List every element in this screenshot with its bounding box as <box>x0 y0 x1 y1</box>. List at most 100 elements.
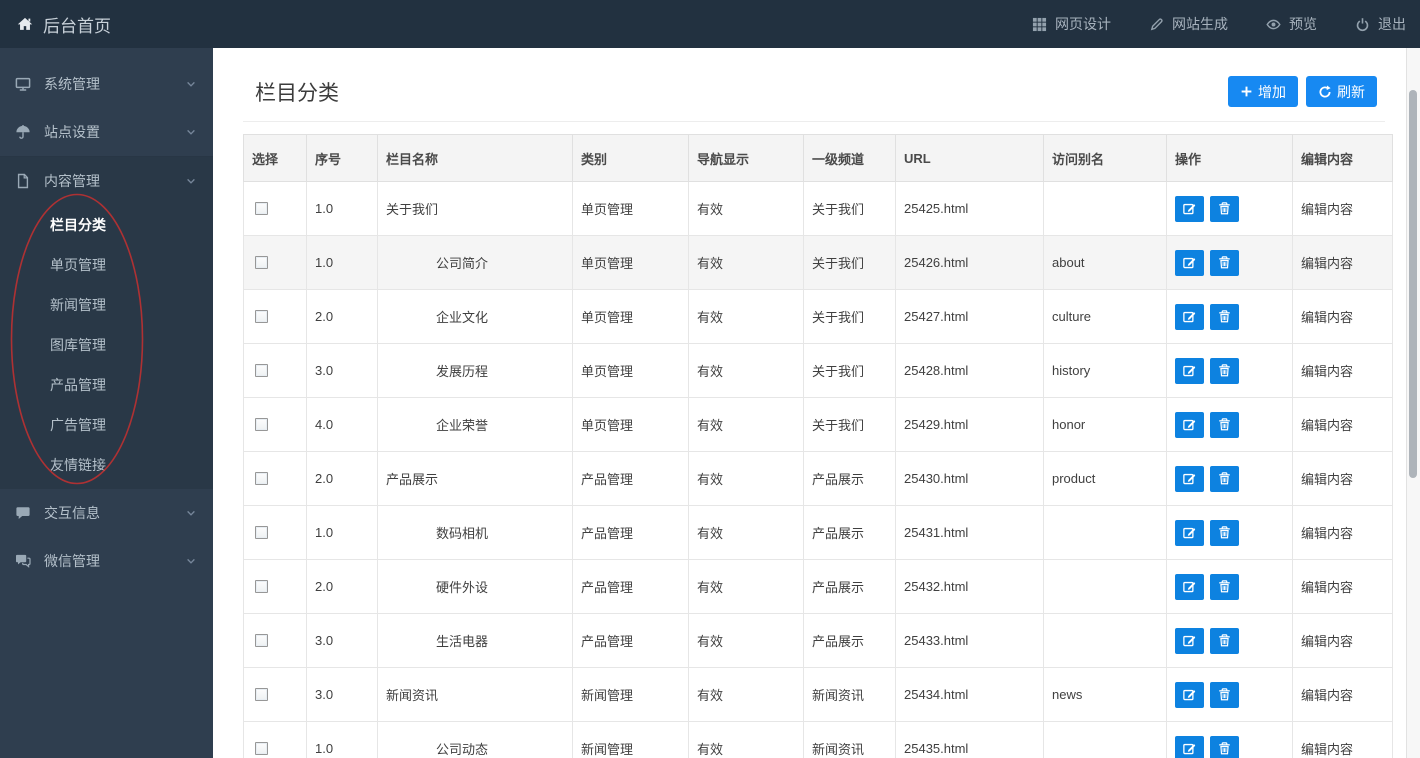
sidebar-subitem-news[interactable]: 新闻管理 <box>0 285 213 325</box>
edit-row-button[interactable] <box>1175 465 1204 492</box>
edit-content-link[interactable]: 编辑内容 <box>1301 742 1353 757</box>
topbar-item-preview[interactable]: 预览 <box>1266 14 1317 34</box>
topbar-item-logout[interactable]: 退出 <box>1355 14 1406 34</box>
edit-row-button[interactable] <box>1175 303 1204 330</box>
add-button-label: 增加 <box>1258 83 1286 100</box>
home-link[interactable]: 后台首页 <box>16 12 111 37</box>
delete-row-button[interactable] <box>1210 735 1239 758</box>
alias-cell <box>1043 559 1167 614</box>
edit-content-link[interactable]: 编辑内容 <box>1301 364 1353 379</box>
edit-content-cell: 编辑内容 <box>1292 559 1393 614</box>
table-row: 3.0 新闻资讯 新闻管理 有效 新闻资讯 25434.html news 编辑… <box>243 667 1393 722</box>
edit-content-link[interactable]: 编辑内容 <box>1301 526 1353 541</box>
edit-row-button[interactable] <box>1175 627 1204 654</box>
sidebar-subitem-single-page[interactable]: 单页管理 <box>0 245 213 285</box>
row-checkbox[interactable] <box>255 202 268 215</box>
chevron-down-icon <box>187 510 195 516</box>
title-divider <box>243 121 1385 122</box>
ops-cell <box>1166 667 1293 722</box>
add-button[interactable]: 增加 <box>1228 76 1298 107</box>
topbar-item-site-generate[interactable]: 网站生成 <box>1149 14 1228 34</box>
delete-row-button[interactable] <box>1210 627 1239 654</box>
scrollbar-thumb[interactable] <box>1409 90 1417 478</box>
delete-row-button[interactable] <box>1210 195 1239 222</box>
sidebar-subitem-advertising[interactable]: 广告管理 <box>0 405 213 445</box>
sidebar-item-site-settings[interactable]: 站点设置 <box>0 108 213 156</box>
order-cell: 1.0 <box>306 235 378 290</box>
category-cell: 产品管理 <box>572 559 689 614</box>
sidebar-item-system-management[interactable]: 系统管理 <box>0 60 213 108</box>
vertical-scrollbar[interactable] <box>1406 48 1420 758</box>
edit-content-link[interactable]: 编辑内容 <box>1301 688 1353 703</box>
delete-row-button[interactable] <box>1210 465 1239 492</box>
name-cell: 硬件外设 <box>377 559 573 614</box>
row-checkbox[interactable] <box>255 742 268 755</box>
comments-icon <box>16 554 31 568</box>
delete-row-button[interactable] <box>1210 411 1239 438</box>
delete-row-button[interactable] <box>1210 357 1239 384</box>
row-checkbox[interactable] <box>255 364 268 377</box>
trash-icon <box>1219 472 1230 485</box>
sidebar-item-label: 交互信息 <box>44 505 100 521</box>
delete-row-button[interactable] <box>1210 573 1239 600</box>
edit-icon <box>1183 419 1196 431</box>
edit-row-button[interactable] <box>1175 411 1204 438</box>
edit-content-link[interactable]: 编辑内容 <box>1301 472 1353 487</box>
delete-row-button[interactable] <box>1210 303 1239 330</box>
ops-cell <box>1166 235 1293 290</box>
category-cell: 单页管理 <box>572 397 689 452</box>
edit-content-link[interactable]: 编辑内容 <box>1301 418 1353 433</box>
sidebar-item-wechat-management[interactable]: 微信管理 <box>0 537 213 585</box>
delete-row-button[interactable] <box>1210 519 1239 546</box>
edit-content-link[interactable]: 编辑内容 <box>1301 580 1353 595</box>
row-checkbox[interactable] <box>255 526 268 539</box>
column-header-0: 选择 <box>243 134 307 182</box>
delete-row-button[interactable] <box>1210 681 1239 708</box>
topbar: 后台首页 网页设计 网站生成 预览 退出 <box>0 0 1420 48</box>
sidebar-group-content-management: 内容管理 栏目分类 单页管理 新闻管理 图库管理 产品管理 广告管理 友情链接 <box>0 156 213 489</box>
ops-cell <box>1166 343 1293 398</box>
nav-display-cell: 有效 <box>688 613 804 668</box>
sidebar-subitem-gallery[interactable]: 图库管理 <box>0 325 213 365</box>
row-checkbox[interactable] <box>255 580 268 593</box>
sidebar-subitem-product[interactable]: 产品管理 <box>0 365 213 405</box>
table-row: 1.0 关于我们 单页管理 有效 关于我们 25425.html 编辑内容 <box>243 181 1393 236</box>
alias-cell <box>1043 505 1167 560</box>
edit-row-button[interactable] <box>1175 357 1204 384</box>
row-checkbox[interactable] <box>255 634 268 647</box>
row-checkbox[interactable] <box>255 688 268 701</box>
row-checkbox[interactable] <box>255 310 268 323</box>
edit-row-button[interactable] <box>1175 249 1204 276</box>
edit-row-button[interactable] <box>1175 519 1204 546</box>
category-table: 选择 序号 栏目名称 类别 导航显示 一级频道 URL 访问别名 操作 编辑内容 1.0 关于我们… <box>243 134 1393 758</box>
edit-content-link[interactable]: 编辑内容 <box>1301 202 1353 217</box>
topbar-item-web-design[interactable]: 网页设计 <box>1032 14 1111 34</box>
edit-content-link[interactable]: 编辑内容 <box>1301 634 1353 649</box>
alias-cell: product <box>1043 451 1167 506</box>
row-checkbox[interactable] <box>255 418 268 431</box>
sidebar-subitem-column-category[interactable]: 栏目分类 <box>0 205 213 245</box>
edit-content-cell: 编辑内容 <box>1292 343 1393 398</box>
row-checkbox[interactable] <box>255 472 268 485</box>
edit-row-button[interactable] <box>1175 735 1204 758</box>
edit-row-button[interactable] <box>1175 573 1204 600</box>
select-cell <box>243 613 307 668</box>
sidebar-item-content-management[interactable]: 内容管理 <box>0 157 213 205</box>
edit-content-link[interactable]: 编辑内容 <box>1301 310 1353 325</box>
row-checkbox[interactable] <box>255 256 268 269</box>
sidebar-subitem-friend-links[interactable]: 友情链接 <box>0 445 213 485</box>
refresh-button[interactable]: 刷新 <box>1306 76 1377 107</box>
column-header-6: URL <box>895 134 1044 182</box>
select-cell <box>243 235 307 290</box>
sidebar-item-label: 系统管理 <box>44 76 100 92</box>
edit-content-link[interactable]: 编辑内容 <box>1301 256 1353 271</box>
delete-row-button[interactable] <box>1210 249 1239 276</box>
url-cell: 25426.html <box>895 235 1044 290</box>
sidebar-item-interaction-info[interactable]: 交互信息 <box>0 489 213 537</box>
order-cell: 1.0 <box>306 181 378 236</box>
nav-display-cell: 有效 <box>688 343 804 398</box>
edit-row-button[interactable] <box>1175 195 1204 222</box>
table-row: 2.0 产品展示 产品管理 有效 产品展示 25430.html product… <box>243 451 1393 506</box>
select-cell <box>243 721 307 758</box>
edit-row-button[interactable] <box>1175 681 1204 708</box>
